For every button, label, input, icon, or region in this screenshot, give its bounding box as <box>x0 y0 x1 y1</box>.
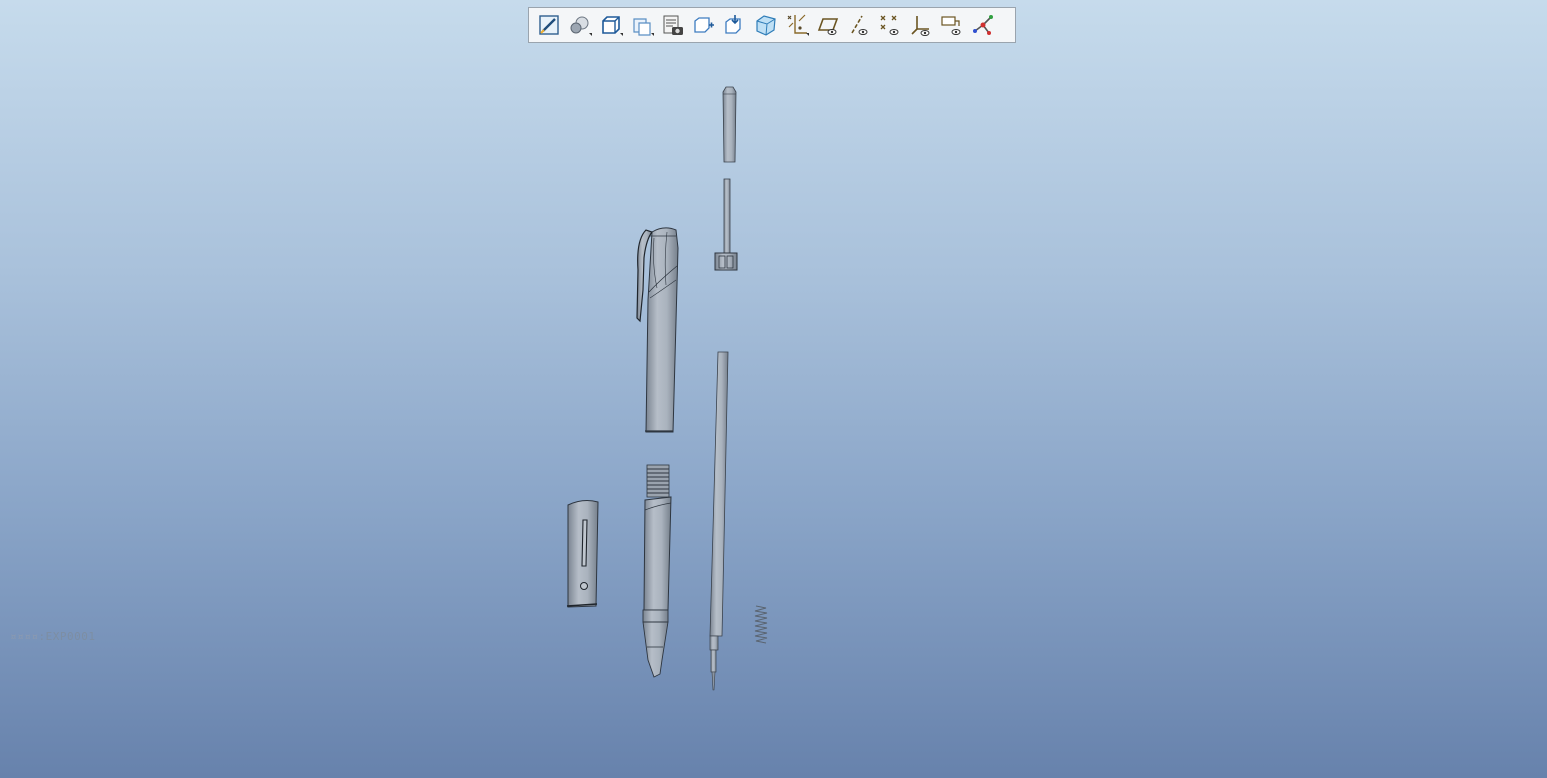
zoom-in-icon <box>693 17 714 33</box>
grip-cap-part[interactable] <box>566 500 599 608</box>
point-display-icon <box>880 15 898 35</box>
saved-views-icon <box>632 18 651 36</box>
appearance-button[interactable] <box>564 10 595 40</box>
ink-refill-part[interactable] <box>709 351 729 691</box>
plane-display-button[interactable] <box>812 10 843 40</box>
point-display-button[interactable] <box>874 10 905 40</box>
datum-display-button[interactable] <box>781 10 812 40</box>
pen-exploded-view[interactable] <box>0 0 1547 778</box>
graphics-viewport[interactable] <box>0 0 1547 778</box>
saved-views-button[interactable] <box>626 10 657 40</box>
annotation-display-button[interactable] <box>936 10 967 40</box>
plane-display-icon <box>817 18 838 35</box>
graphics-toolbar <box>528 7 1016 43</box>
plunger-part[interactable] <box>714 178 738 271</box>
lower-barrel-part[interactable] <box>642 464 672 678</box>
datum-display-icon <box>787 14 807 34</box>
view-manager-button[interactable] <box>657 10 688 40</box>
display-style-button[interactable] <box>595 10 626 40</box>
push-button-part[interactable] <box>722 86 737 163</box>
spin-center-button[interactable] <box>967 10 998 40</box>
explode-state-name: :EXP0001 <box>38 630 96 643</box>
upper-barrel-part[interactable] <box>636 227 679 433</box>
axis-display-icon <box>850 15 867 35</box>
appearance-sphere-icon <box>570 16 588 34</box>
repaint-button[interactable] <box>719 10 750 40</box>
view-manager-icon <box>663 15 683 35</box>
csys-display-icon <box>910 16 929 36</box>
perspective-cube-icon <box>755 15 776 36</box>
perspective-button[interactable] <box>750 10 781 40</box>
shaded-cube-icon <box>601 16 620 34</box>
sketch-icon <box>538 15 559 35</box>
zoom-in-button[interactable] <box>688 10 719 40</box>
repaint-icon <box>724 15 741 34</box>
axis-display-button[interactable] <box>843 10 874 40</box>
csys-display-button[interactable] <box>905 10 936 40</box>
sketch-button[interactable] <box>533 10 564 40</box>
spin-center-icon <box>972 15 993 35</box>
spring-part[interactable] <box>754 605 768 644</box>
explode-state-prefix: ¤¤¤¤ <box>10 630 39 643</box>
annotation-display-icon <box>940 16 960 35</box>
explode-state-label: ¤¤¤¤:EXP0001 <box>10 630 95 643</box>
